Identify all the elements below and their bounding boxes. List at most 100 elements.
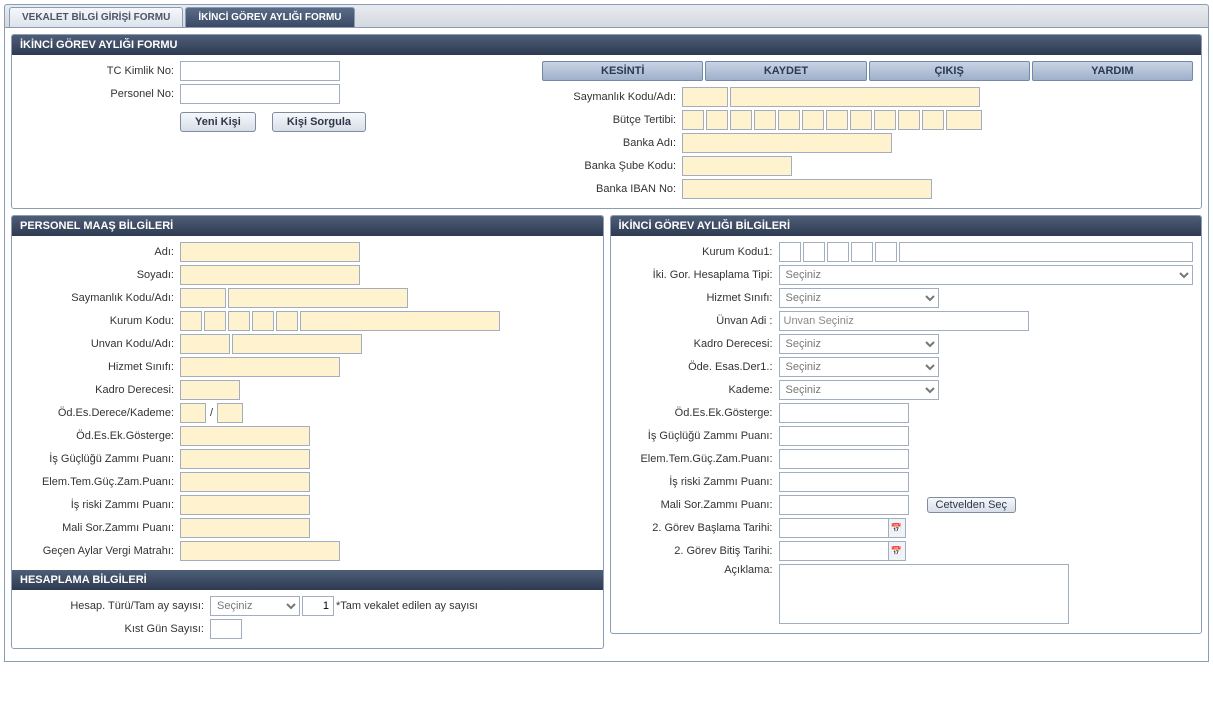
hizmet-label-i: Hizmet Sınıfı: [619,292,779,304]
ekgosterge-label-i: Öd.Es.Ek.Gösterge: [619,407,779,419]
personel-no-label: Personel No: [20,88,180,100]
cetvelden-sec-button[interactable]: Cetvelden Seç [927,497,1017,513]
hizmet-label-p: Hizmet Sınıfı: [20,361,180,373]
tab-bar: VEKALET BİLGİ GİRİŞİ FORMU İKİNCİ GÖREV … [4,4,1209,28]
calendar-icon[interactable]: 📅 [888,518,906,538]
yeni-kisi-button[interactable]: Yeni Kişi [180,112,256,132]
elemtem-label-p: Elem.Tem.Güç.Zam.Puanı: [20,476,180,488]
kadro-select[interactable]: Seçiniz [779,334,939,354]
tab-ikinci-gorev[interactable]: İKİNCİ GÖREV AYLIĞI FORMU [185,7,354,27]
toolbar: KESİNTİ KAYDET ÇIKIŞ YARDIM [542,61,1193,81]
calendar-icon[interactable]: 📅 [888,541,906,561]
isguclugu-label-i: İş Güçlüğü Zammı Puanı: [619,430,779,442]
form-title: İKİNCİ GÖREV AYLIĞI FORMU [12,35,1201,55]
ekgosterge-input[interactable] [779,403,909,423]
main-panel: İKİNCİ GÖREV AYLIĞI FORMU TC Kimlik No: … [4,28,1209,662]
ode-select[interactable]: Seçiniz [779,357,939,377]
malisor-label-p: Mali Sor.Zammı Puanı: [20,522,180,534]
aciklama-textarea[interactable] [779,564,1069,624]
kurum1-seg[interactable] [851,242,873,262]
tam-ay-input[interactable] [302,596,334,616]
aciklama-label: Açıklama: [619,564,779,576]
bitis-tarihi-input[interactable] [779,541,889,561]
tc-kimlik-input[interactable] [180,61,340,81]
kurum-kodu1-label: Kurum Kodu1: [619,246,779,258]
unvan-input[interactable] [779,311,1029,331]
ekgosterge-label-p: Öd.Es.Ek.Gösterge: [20,430,180,442]
kurum-seg [204,311,226,331]
kurum1-adi-input[interactable] [899,242,1194,262]
kurum-seg [228,311,250,331]
kurum1-seg[interactable] [827,242,849,262]
malisor-label-i: Mali Sor.Zammı Puanı: [619,499,779,511]
unvan-adi-box [232,334,362,354]
kurum1-seg[interactable] [875,242,897,262]
butce-seg [898,110,920,130]
slash-label: / [208,407,215,419]
banka-adi-box [682,133,892,153]
tc-kimlik-label: TC Kimlik No: [20,65,180,77]
hizmet-select[interactable]: Seçiniz [779,288,939,308]
elemtem-input[interactable] [779,449,909,469]
isriski-label-i: İş riski Zammı Puanı: [619,476,779,488]
ode-label: Öde. Esas.Der1.: [619,361,779,373]
gecenaylar-box [180,541,340,561]
elemtem-label-i: Elem.Tem.Güç.Zam.Puanı: [619,453,779,465]
adi-label: Adı: [20,246,180,258]
yardim-button[interactable]: YARDIM [1032,61,1193,81]
kurum1-seg[interactable] [803,242,825,262]
tab-vekalet[interactable]: VEKALET BİLGİ GİRİŞİ FORMU [9,7,183,27]
adi-box [180,242,360,262]
isriski-input[interactable] [779,472,909,492]
isriski-p-box [180,495,310,515]
butce-seg [730,110,752,130]
butce-tertibi-label: Bütçe Tertibi: [542,114,682,126]
butce-seg [802,110,824,130]
hesap-turu-label: Hesap. Türü/Tam ay sayısı: [20,600,210,612]
bitis-label: 2. Görev Bitiş Tarihi: [619,545,779,557]
saymanlik-kodu-box [682,87,728,107]
iki-gor-select[interactable]: Seçiniz [779,265,1194,285]
banka-iban-box [682,179,932,199]
kist-gun-label: Kıst Gün Sayısı: [20,623,210,635]
elemtem-p-box [180,472,310,492]
kurum-seg [252,311,274,331]
isguclugu-input[interactable] [779,426,909,446]
isguclugu-p-box [180,449,310,469]
butce-seg [778,110,800,130]
kisi-sorgula-button[interactable]: Kişi Sorgula [272,112,366,132]
kaydet-button[interactable]: KAYDET [705,61,866,81]
malisor-p-box [180,518,310,538]
personel-header: PERSONEL MAAŞ BİLGİLERİ [12,216,603,236]
cikis-button[interactable]: ÇIKIŞ [869,61,1030,81]
kademe-select[interactable]: Seçiniz [779,380,939,400]
kurum-label: Kurum Kodu: [20,315,180,327]
ikinci-gorev-section: İKİNCİ GÖREV AYLIĞI BİLGİLERİ Kurum Kodu… [610,215,1203,634]
ikinci-header: İKİNCİ GÖREV AYLIĞI BİLGİLERİ [611,216,1202,236]
kurum-seg [180,311,202,331]
personel-no-input[interactable] [180,84,340,104]
kadro-label-p: Kadro Derecesi: [20,384,180,396]
butce-seg [754,110,776,130]
unvan-label: Unvan Kodu/Adı: [20,338,180,350]
kist-gun-input[interactable] [210,619,242,639]
saymanlik-kodu-p-box [180,288,226,308]
banka-sube-box [682,156,792,176]
isguclugu-label-p: İş Güçlüğü Zammı Puanı: [20,453,180,465]
hizmet-box [180,357,340,377]
butce-seg [946,110,982,130]
kadro-box [180,380,240,400]
gecenaylar-label: Geçen Aylar Vergi Matrahı: [20,545,180,557]
malisor-input[interactable] [779,495,909,515]
kesinti-button[interactable]: KESİNTİ [542,61,703,81]
kurum-adi-box [300,311,500,331]
kurum1-seg[interactable] [779,242,801,262]
kadro-label-i: Kadro Derecesi: [619,338,779,350]
banka-adi-label: Banka Adı: [542,137,682,149]
baslama-tarihi-input[interactable] [779,518,889,538]
hesap-turu-select[interactable]: Seçiniz [210,596,300,616]
butce-seg [874,110,896,130]
saymanlik-adi-p-box [228,288,408,308]
butce-seg [826,110,848,130]
saymanlik-label-p: Saymanlık Kodu/Adı: [20,292,180,304]
